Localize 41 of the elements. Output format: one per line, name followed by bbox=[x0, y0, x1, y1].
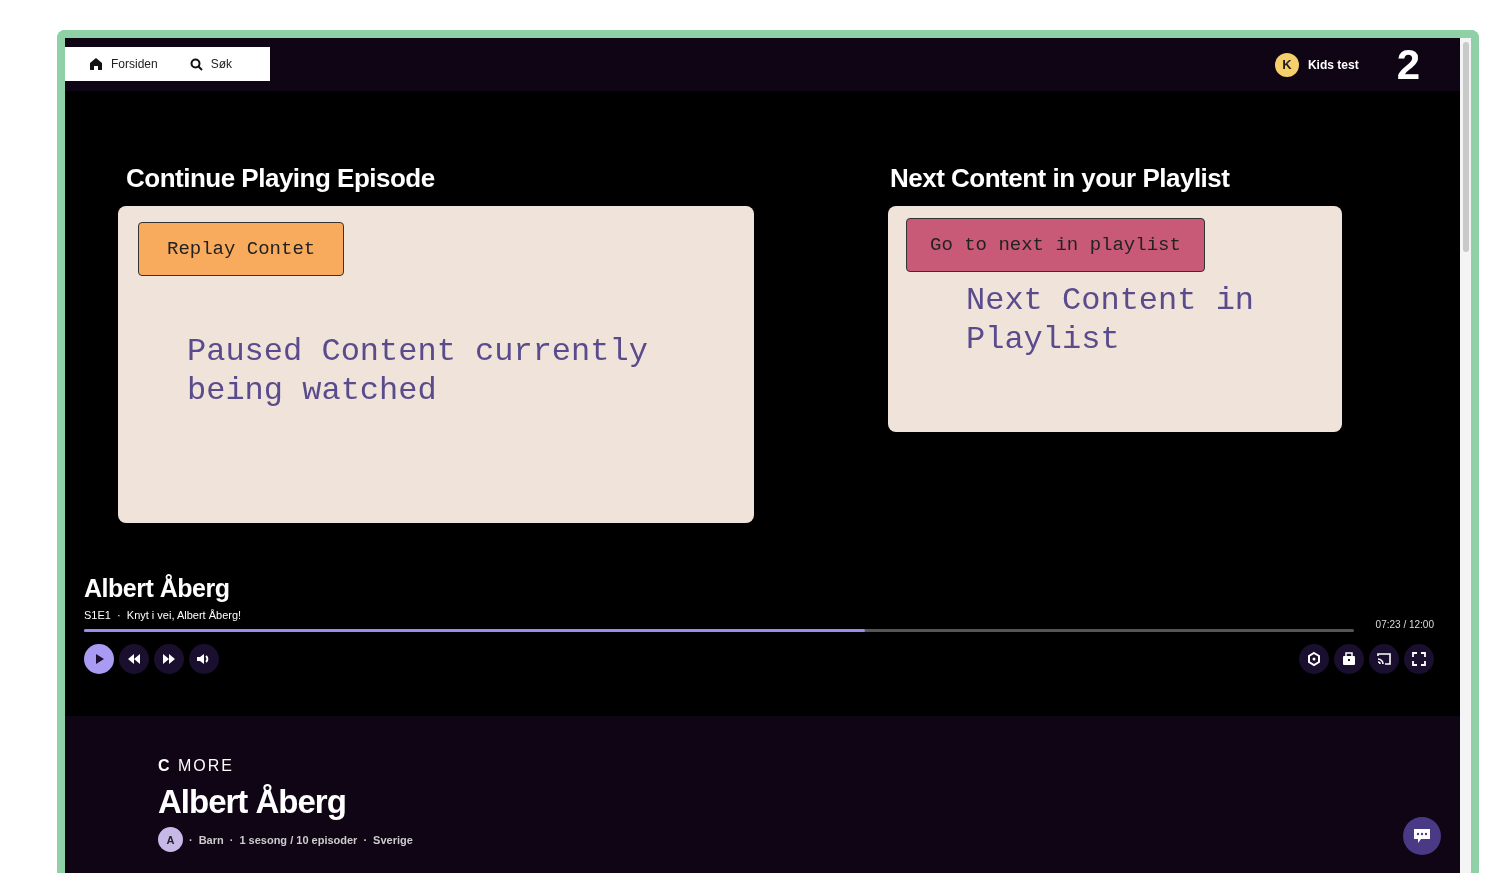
profile-name[interactable]: Kids test bbox=[1307, 57, 1359, 72]
show-title: Albert Åberg bbox=[158, 783, 347, 821]
card-text: Paused Content currently being watched bbox=[187, 332, 649, 410]
nav-link[interactable]: Søk bbox=[187, 57, 243, 71]
briefcase-icon bbox=[1340, 650, 1358, 668]
chat-button[interactable] bbox=[1403, 817, 1441, 855]
action-button[interactable]: Go to next in playlist bbox=[906, 218, 1205, 272]
scrollbar-thumb[interactable] bbox=[1462, 42, 1469, 252]
home-icon bbox=[89, 57, 103, 71]
action-button[interactable]: Replay Contet bbox=[138, 222, 345, 276]
show-meta: Sverige bbox=[373, 833, 413, 846]
separator-dot: · bbox=[363, 833, 368, 846]
fullscreen-icon bbox=[1410, 650, 1428, 668]
time-readout: 07:23 / 12:00 bbox=[1375, 619, 1434, 630]
card-text: Next Content in Playlist bbox=[966, 281, 1256, 359]
fullscreen-button[interactable] bbox=[1404, 644, 1434, 674]
cast-button[interactable] bbox=[1369, 644, 1399, 674]
episode-subtitle: S1E1 · Knyt i vei, Albert Åberg! bbox=[84, 609, 243, 621]
show-meta: Barn bbox=[198, 833, 224, 846]
hexagon-icon bbox=[1305, 650, 1323, 668]
age-rating-badge: A bbox=[158, 827, 183, 852]
cast-icon bbox=[1375, 650, 1393, 668]
search-icon bbox=[189, 57, 203, 71]
logo[interactable]: 2 bbox=[1396, 43, 1420, 86]
chat-icon bbox=[1413, 828, 1431, 844]
nav-link[interactable]: Forsiden bbox=[87, 57, 168, 71]
volume-button[interactable] bbox=[189, 644, 219, 674]
rewind-button[interactable] bbox=[119, 644, 149, 674]
progress-bar[interactable] bbox=[84, 629, 1354, 632]
episode-title: Albert Åberg bbox=[84, 574, 231, 603]
fast-forward-button[interactable] bbox=[154, 644, 184, 674]
show-meta: 1 sesong / 10 episoder bbox=[239, 833, 358, 846]
section-title: Next Content in your Playlist bbox=[890, 163, 1231, 194]
settings-button[interactable] bbox=[1299, 644, 1329, 674]
brand-logo: C MORE bbox=[158, 757, 235, 775]
separator-dot: · bbox=[229, 833, 234, 846]
profile-avatar[interactable]: K bbox=[1274, 52, 1299, 77]
play-button[interactable] bbox=[84, 644, 114, 674]
section-title: Continue Playing Episode bbox=[126, 163, 436, 194]
briefcase-button[interactable] bbox=[1334, 644, 1364, 674]
separator-dot: · bbox=[189, 833, 193, 846]
